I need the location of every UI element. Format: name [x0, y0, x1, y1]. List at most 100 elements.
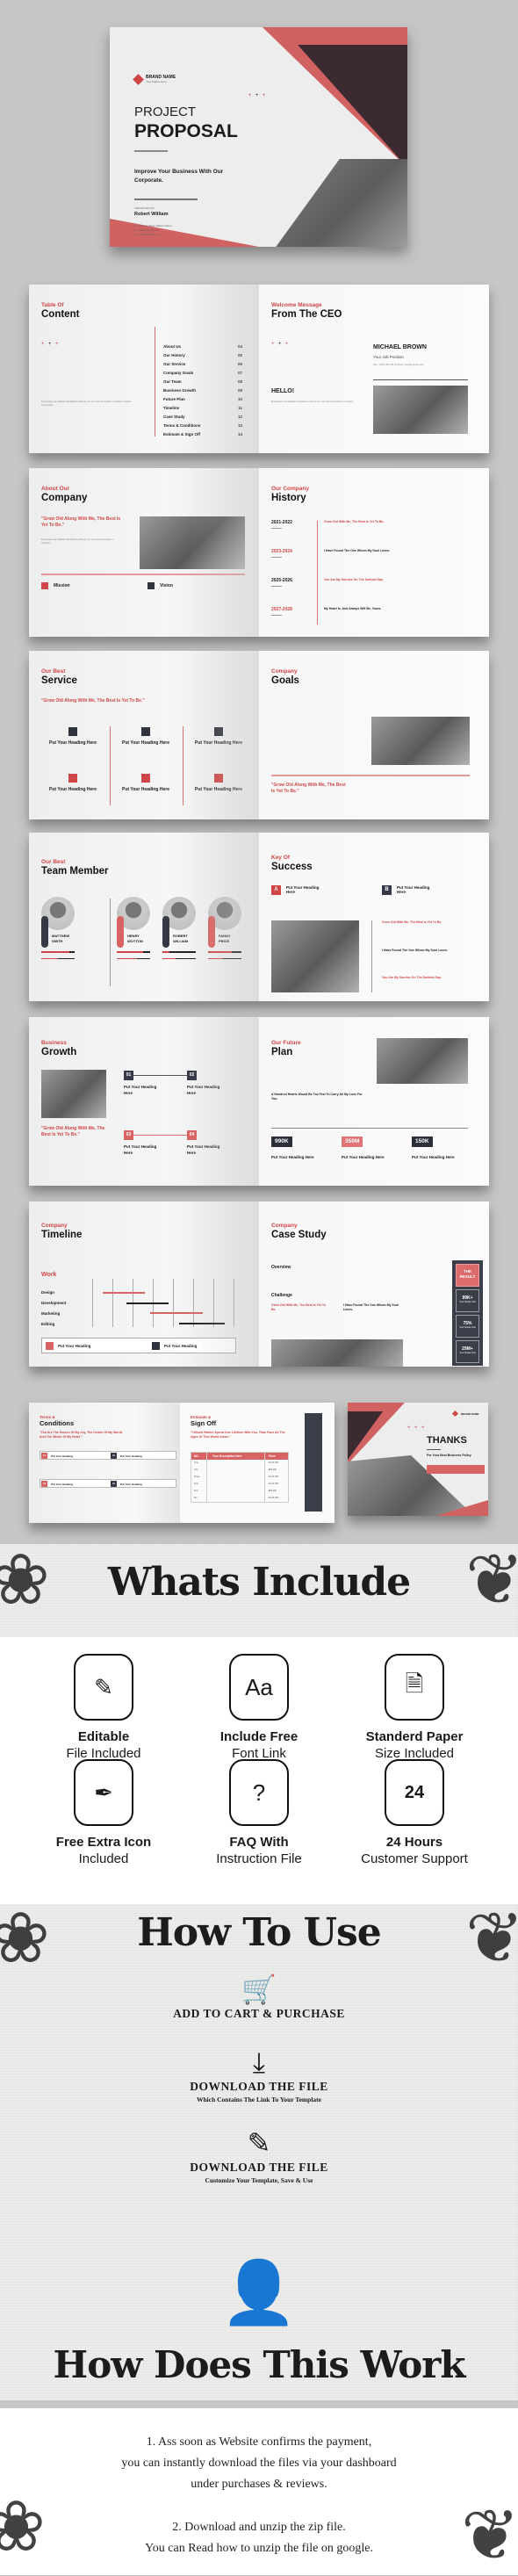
how-step: ✎ DOWNLOAD THE FILE Customize Your Templ… — [0, 2125, 518, 2184]
toc-item[interactable]: About Us 04 — [163, 344, 242, 353]
case-photo — [271, 1339, 403, 1367]
growth-page: Business Growth "Grow Old Along With Me,… — [29, 1017, 259, 1186]
success-line: I Have Found The One Whom My Soul Loves. — [382, 949, 449, 952]
how-paragraph-2: 2. Download and unzip the zip file. You … — [145, 2521, 373, 2555]
case-kicker: Company — [271, 1223, 298, 1229]
estimate-side-banner — [305, 1413, 322, 1512]
cover-title-line1: PROJECT — [134, 105, 197, 119]
stat-value: 150K — [412, 1136, 433, 1147]
toc-item[interactable]: Case Study 12 — [163, 415, 242, 423]
presenter-contact: A : 123 Your Street Address Name P : +01… — [134, 224, 171, 236]
history-row: 2021-2022 Grow Old With Me, The Best Is … — [271, 520, 482, 548]
terms-row: 01 Put Your Heading 02 Put Your Heading — [40, 1451, 176, 1460]
toc-item[interactable]: Timeline 11 — [163, 406, 242, 415]
cover-title-line2: PROPOSAL — [134, 121, 238, 141]
gantt-bar-marketing — [150, 1312, 203, 1314]
goals-page: Company Goals "Grow Old Along With Me, T… — [259, 651, 489, 819]
result-panel: THE RESULT 99K+ Your Simple Text 75% Your … — [452, 1260, 483, 1366]
history-kicker: Our Company — [271, 486, 309, 492]
success-item-b: B Put Your Heading Here — [382, 885, 432, 895]
toc-item[interactable]: Future Plan 10 — [163, 397, 242, 406]
gantt-bar-development — [126, 1302, 169, 1304]
service-kicker: Our Best — [41, 668, 66, 675]
feature-item: 🗎 Standerd Paper Size Included — [344, 1654, 485, 1761]
toc-item[interactable]: Our Team 08 — [163, 379, 242, 388]
font-icon: Aa — [229, 1654, 289, 1721]
footer-icon — [152, 1342, 160, 1350]
challenge-quote: Grow Old With Me, The Best Is Yet To Be. — [271, 1303, 326, 1312]
about-kicker: About Our — [41, 486, 70, 492]
divider — [271, 1128, 468, 1129]
success-page: Key Of Success A Put Your Heading Here B… — [259, 833, 489, 1001]
step-number: 03 — [124, 1130, 133, 1140]
table-row: Six $1,00,000 — [191, 1495, 288, 1502]
step-heading: Put Your Heading Here — [124, 1085, 157, 1095]
ceo-contact: Call : +0123 456 789 00 Email : user@exa… — [373, 364, 424, 366]
success-item-a: A Put Your Heading Here — [271, 885, 321, 895]
spread-team-success: Our Best Team Member MATTHEW SMITH HENRY W… — [29, 833, 489, 1001]
thanks-page: BRAND NAME + + + THANKS For Your Best Busi… — [348, 1403, 488, 1516]
ceo-title: From The CEO — [271, 309, 342, 320]
support-24-icon: 24 — [385, 1759, 444, 1826]
feature-item: 24 24 Hours Customer Support — [344, 1759, 485, 1866]
step-number: 02 — [187, 1071, 197, 1080]
decor-dots: + + + — [248, 93, 266, 98]
toc-item[interactable]: Estimate & Sign Off 14 — [163, 432, 242, 441]
challenge-text: I Have Found The One Whom My Soul Loves. — [343, 1303, 399, 1312]
divider — [134, 150, 168, 152]
timeline-page: Company Timeline Work Design Development… — [29, 1201, 259, 1367]
table-row: Four $1,00,000 — [191, 1481, 288, 1488]
stat-value: 990K — [271, 1136, 292, 1147]
toc-item[interactable]: Our History 05 — [163, 353, 242, 362]
stat-heading: Put Your Heading Here — [271, 1155, 314, 1159]
growth-kicker: Business — [41, 1040, 67, 1046]
goals-quote: "Grow Old Along With Me, The Best Is Yet… — [271, 783, 346, 794]
history-row: 2023-2024 I Have Found The One Whom My S… — [271, 549, 482, 577]
success-photo — [271, 920, 359, 992]
growth-title: Growth — [41, 1047, 77, 1057]
how-paragraph-1: 1. Ass soon as Website confirms the paym… — [121, 2435, 397, 2491]
how-does-this-work-title: How Does This Work — [53, 2343, 466, 2386]
goals-title: Goals — [271, 675, 299, 686]
toc-item[interactable]: Business Growth 09 — [163, 388, 242, 397]
cart-check-icon: 🛒 — [241, 1973, 277, 2005]
history-row: 2027-2028 My Heart Is, And Always Will B… — [271, 607, 482, 635]
toc-item[interactable]: Company Goals 07 — [163, 371, 242, 379]
team-title: Team Member — [41, 866, 109, 877]
editable-icon: ✎ — [74, 1654, 133, 1721]
service-item: Put Your Heading Here — [38, 727, 108, 746]
thanks-dark-shape — [348, 1411, 383, 1460]
toc-item[interactable]: Terms & Conditions 13 — [163, 423, 242, 432]
footer-icon — [46, 1342, 54, 1350]
team-member: ROBERT WILLIAM — [162, 897, 198, 959]
toc-title: Content — [41, 309, 80, 320]
how-to-use-title: How To Use — [137, 1910, 382, 1955]
timeline-title: Timeline — [41, 1230, 83, 1240]
spread-terms-estimate: Terms & Conditions "You Are The Source O… — [29, 1403, 335, 1523]
success-title: Success — [271, 862, 313, 872]
decor-dots: + + + — [271, 342, 289, 347]
divider — [41, 574, 245, 575]
feature-item: ✒ Free Extra Icon Included — [33, 1759, 174, 1866]
step-number: 04 — [187, 1130, 197, 1140]
ceo-body: Enimquasis aut velitatiat faccullandis e… — [271, 400, 355, 403]
about-page: About Our Company "Grow Old Along With M… — [29, 468, 259, 637]
mission-icon — [41, 582, 48, 589]
success-line: You Are My Sunrise On The Darkest Day. — [382, 976, 442, 979]
table-row: Two $60,000 — [191, 1467, 288, 1474]
service-item: Put Your Heading Here — [183, 727, 254, 746]
thanks-title: THANKS — [427, 1435, 467, 1446]
hello-heading: HELLO! — [271, 388, 295, 394]
history-row: 2025-2026 You Are My Sunrise On The Dark… — [271, 578, 482, 606]
toc-item[interactable]: Our Service 06 — [163, 362, 242, 371]
success-line: Grow Old With Me, The Best Is Yet To Be. — [382, 920, 442, 924]
whats-include-title: Whats Include — [107, 1560, 411, 1605]
service-page: Our Best Service "Grow Old Along With Me… — [29, 651, 259, 819]
vision-icon — [147, 582, 155, 589]
stat-heading: Put Your Heading Here — [342, 1155, 385, 1159]
work-label: Work — [41, 1272, 57, 1278]
feature-item: Aa Include Free Font Link — [189, 1654, 329, 1761]
ceo-kicker: Welcome Message — [271, 302, 322, 308]
team-page: Our Best Team Member MATTHEW SMITH HENRY W… — [29, 833, 259, 1001]
stat-heading: Put Your Heading Here — [412, 1155, 455, 1159]
